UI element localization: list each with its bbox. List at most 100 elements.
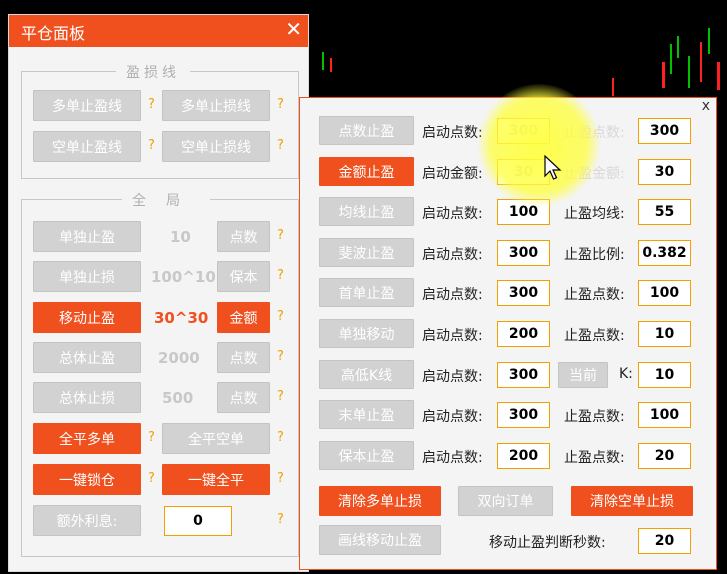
bidirectional-order-button[interactable]: 双向订单	[458, 486, 553, 516]
start-label: 启动点数:	[422, 287, 483, 303]
target-value-input[interactable]: 10	[638, 362, 691, 388]
target-label: 止盈金额:	[564, 166, 625, 182]
help-icon[interactable]: ?	[277, 97, 284, 112]
help-icon[interactable]: ?	[148, 471, 155, 486]
trailing-tp-unit-button[interactable]: 金额	[217, 302, 270, 333]
start-value-input[interactable]: 300	[497, 362, 550, 388]
close-icon[interactable]: ✕	[285, 17, 302, 41]
start-value-input[interactable]: 300	[497, 118, 550, 144]
help-icon[interactable]: ?	[148, 430, 155, 445]
candles	[322, 28, 720, 96]
buy-sl-line-button[interactable]: 多单止损线	[162, 90, 270, 121]
start-value-input[interactable]: 30	[497, 159, 550, 185]
candle	[670, 44, 672, 74]
global-legend: 全局	[122, 190, 210, 210]
candle	[662, 62, 665, 88]
mouse-cursor-icon	[544, 155, 562, 180]
total-sl-button[interactable]: 总体止损	[33, 382, 141, 413]
target-label: 止盈点数:	[564, 328, 625, 344]
candle	[717, 62, 720, 90]
help-icon[interactable]: ?	[277, 471, 284, 486]
target-value-input[interactable]: 100	[638, 280, 691, 306]
close-position-panel: 平仓面板 ✕ 盈损线 多单止盈线 ? 多单止损线 ? 空单止盈线 ? 空单止损线…	[8, 14, 309, 572]
clear-sell-sl-button[interactable]: 清除空单止损	[571, 486, 693, 516]
candle	[688, 56, 690, 88]
help-icon[interactable]: ?	[148, 138, 155, 153]
candle	[330, 58, 332, 72]
single-tp-button[interactable]: 单独止盈	[33, 221, 141, 252]
target-label: 止盈点数:	[564, 409, 625, 425]
single-sl-button[interactable]: 单独止损	[33, 261, 141, 292]
help-icon[interactable]: ?	[277, 228, 284, 243]
help-icon[interactable]: ?	[277, 430, 284, 445]
target-value-input[interactable]: 20	[638, 443, 691, 469]
trailing-tp-button[interactable]: 移动止盈	[33, 302, 141, 333]
sell-tp-line-button[interactable]: 空单止盈线	[33, 131, 141, 162]
close-all-sell-button[interactable]: 全平空单	[162, 423, 270, 454]
tp-mode-button[interactable]: 点数止盈	[319, 116, 414, 145]
help-icon[interactable]: ?	[277, 349, 284, 364]
total-sl-value: 500	[162, 389, 194, 407]
tp-mode-button[interactable]: 保本止盈	[319, 441, 414, 470]
tp-mode-button[interactable]: 高低K线	[319, 360, 414, 389]
tp-mode-button[interactable]: 斐波止盈	[319, 238, 414, 267]
trail-seconds-label: 移动止盈判断秒数:	[489, 535, 606, 551]
one-click-lock-button[interactable]: 一键锁仓	[33, 464, 141, 495]
start-value-input[interactable]: 300	[497, 280, 550, 306]
extra-interest-input[interactable]: 0	[164, 506, 232, 536]
candle	[612, 78, 614, 96]
close-icon[interactable]: x	[702, 98, 710, 114]
help-icon[interactable]: ?	[277, 309, 284, 324]
current-button[interactable]: 当前	[558, 362, 608, 388]
start-value-input[interactable]: 200	[497, 443, 550, 469]
single-sl-unit-button[interactable]: 保本	[217, 261, 270, 292]
tp-mode-button[interactable]: 单独移动	[319, 319, 414, 348]
start-value-input[interactable]: 100	[497, 199, 550, 225]
start-value-input[interactable]: 300	[497, 402, 550, 428]
draw-trailing-tp-button[interactable]: 画线移动止盈	[319, 525, 441, 555]
target-value-input[interactable]: 0.382	[638, 240, 691, 266]
extra-interest-button[interactable]: 额外利息:	[33, 505, 141, 536]
tp-mode-button[interactable]: 末单止盈	[319, 400, 414, 429]
start-value-input[interactable]: 300	[497, 240, 550, 266]
help-icon[interactable]: ?	[148, 97, 155, 112]
profit-loss-legend: 盈损线	[116, 62, 190, 82]
panel-title: 平仓面板	[21, 24, 86, 43]
help-icon[interactable]: ?	[277, 512, 284, 527]
start-label: 启动点数:	[422, 328, 483, 344]
tp-mode-button[interactable]: 金额止盈	[319, 157, 414, 186]
start-value-input[interactable]: 200	[497, 321, 550, 347]
profit-loss-group: 盈损线	[21, 62, 299, 179]
target-label: 止盈点数:	[564, 287, 625, 303]
k-label: K:	[619, 366, 633, 382]
sell-sl-line-button[interactable]: 空单止损线	[162, 131, 270, 162]
target-value-input[interactable]: 30	[638, 159, 691, 185]
start-label: 启动点数:	[422, 125, 483, 141]
total-tp-unit-button[interactable]: 点数	[217, 342, 270, 373]
one-click-close-all-button[interactable]: 一键全平	[162, 464, 270, 495]
target-label: 止盈比例:	[564, 247, 625, 263]
single-sl-value: 100^10	[151, 268, 216, 286]
target-value-input[interactable]: 300	[638, 118, 691, 144]
target-value-input[interactable]: 55	[638, 199, 691, 225]
total-tp-button[interactable]: 总体止盈	[33, 342, 141, 373]
buy-tp-line-button[interactable]: 多单止盈线	[33, 90, 141, 121]
help-icon[interactable]: ?	[277, 138, 284, 153]
trail-seconds-input[interactable]: 20	[638, 528, 691, 554]
target-value-input[interactable]: 100	[638, 402, 691, 428]
target-label: 止盈点数:	[564, 125, 625, 141]
panel-title-bar[interactable]: 平仓面板 ✕	[9, 15, 308, 47]
tp-mode-button[interactable]: 均线止盈	[319, 197, 414, 226]
close-all-buy-button[interactable]: 全平多单	[33, 423, 141, 454]
help-icon[interactable]: ?	[277, 389, 284, 404]
start-label: 启动点数:	[422, 247, 483, 263]
clear-buy-sl-button[interactable]: 清除多单止损	[319, 486, 441, 516]
candle	[322, 52, 324, 70]
start-label: 启动金额:	[422, 166, 483, 182]
single-tp-unit-button[interactable]: 点数	[217, 221, 270, 252]
target-label: 止盈点数:	[564, 450, 625, 466]
help-icon[interactable]: ?	[277, 268, 284, 283]
target-value-input[interactable]: 10	[638, 321, 691, 347]
total-sl-unit-button[interactable]: 点数	[217, 382, 270, 413]
tp-mode-button[interactable]: 首单止盈	[319, 278, 414, 307]
